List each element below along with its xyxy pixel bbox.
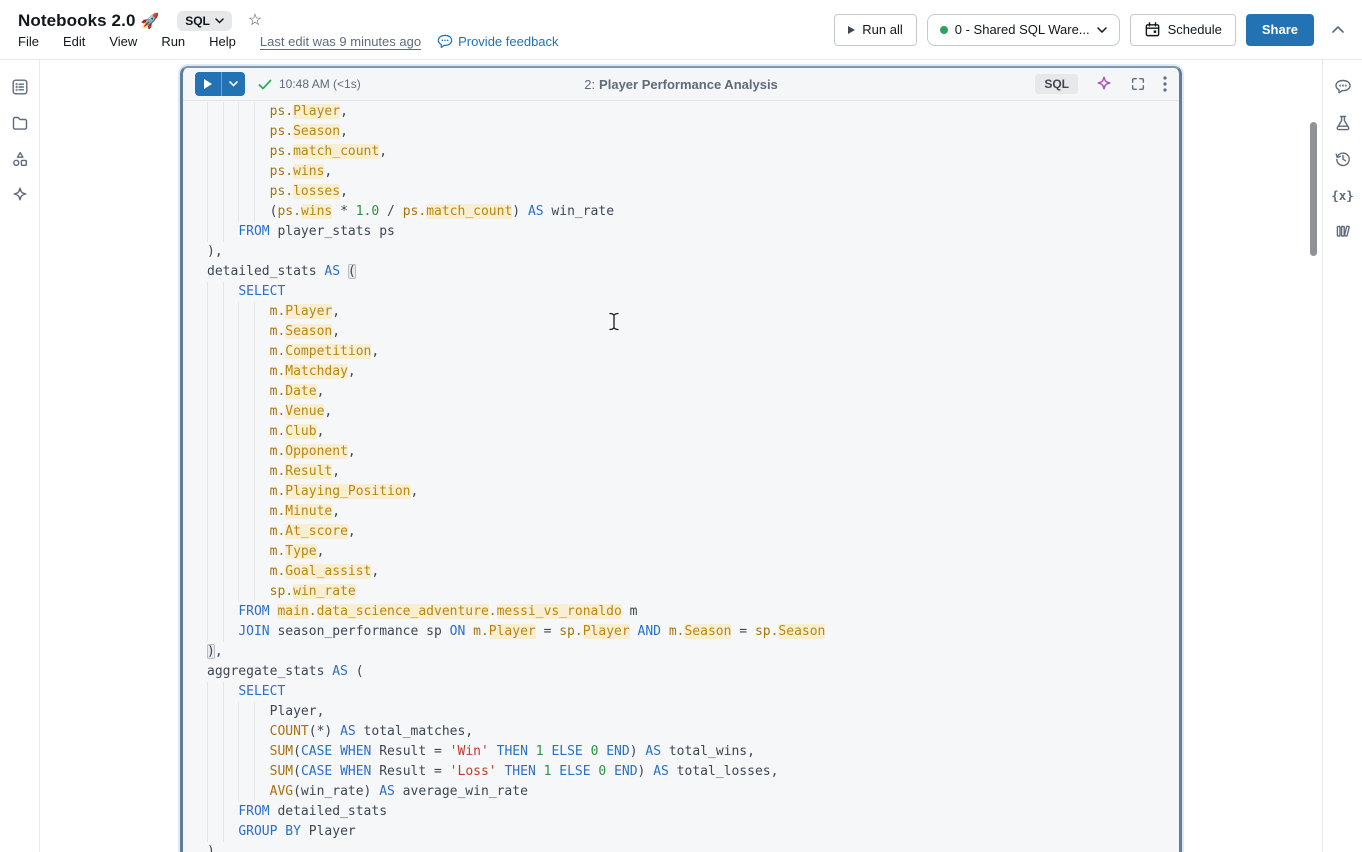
play-icon <box>848 26 855 34</box>
run-all-button[interactable]: Run all <box>834 14 916 46</box>
cell-title[interactable]: 2:Player Performance Analysis <box>584 77 778 92</box>
code-line: SUM(CASE WHEN Result = 'Win' THEN 1 ELSE… <box>207 742 1179 762</box>
code-line: m.Minute, <box>207 502 1179 522</box>
code-line: m.Matchday, <box>207 362 1179 382</box>
assistant-sparkle-button[interactable] <box>1095 75 1113 93</box>
code-line: sp.win_rate <box>207 582 1179 602</box>
left-sidebar <box>0 60 40 852</box>
code-line: FROM detailed_stats <box>207 802 1179 822</box>
menu-help[interactable]: Help <box>209 34 236 49</box>
menu-view[interactable]: View <box>109 34 137 49</box>
last-run-time: 10:48 AM (<1s) <box>279 77 361 91</box>
share-button[interactable]: Share <box>1246 14 1314 46</box>
code-line: ps.losses, <box>207 182 1179 202</box>
code-line: m.Type, <box>207 542 1179 562</box>
code-line: m.Season, <box>207 322 1179 342</box>
collapse-header-button[interactable] <box>1332 26 1344 33</box>
chevron-down-icon <box>215 18 224 24</box>
warehouse-status-dot <box>940 26 948 34</box>
cell-run-status: 10:48 AM (<1s) <box>258 77 361 91</box>
code-line: m.Date, <box>207 382 1179 402</box>
run-options-caret[interactable] <box>222 72 245 96</box>
notebook-language-selector[interactable]: SQL <box>177 11 232 31</box>
cell-language-badge[interactable]: SQL <box>1035 74 1078 94</box>
code-line: detailed_stats AS ( <box>207 262 1179 282</box>
success-check-icon <box>258 79 272 90</box>
code-line: SELECT <box>207 682 1179 702</box>
variables-icon[interactable]: {x} <box>1329 181 1357 209</box>
code-line: m.Venue, <box>207 402 1179 422</box>
code-line: SELECT <box>207 282 1179 302</box>
sql-cell: 10:48 AM (<1s) 2:Player Performance Anal… <box>180 66 1182 852</box>
code-line: ps.match_count, <box>207 142 1179 162</box>
code-line: m.Competition, <box>207 342 1179 362</box>
code-line: ), <box>207 242 1179 262</box>
menu-file[interactable]: File <box>18 34 39 49</box>
workflow-shapes-icon[interactable] <box>6 145 34 173</box>
code-line: ) <box>207 842 1179 852</box>
notebook-scrollbar-thumb[interactable] <box>1310 122 1317 256</box>
notebook-title: Notebooks 2.0 <box>18 11 136 31</box>
code-line: m.Playing_Position, <box>207 482 1179 502</box>
assistant-sparkle-icon[interactable] <box>6 181 34 209</box>
chevron-down-icon <box>1097 27 1107 33</box>
favorite-star-icon[interactable]: ☆ <box>248 13 262 29</box>
calendar-icon <box>1144 21 1161 38</box>
code-line: FROM player_stats ps <box>207 222 1179 242</box>
top-header: Notebooks 2.0 🚀 SQL ☆ File Edit View Run… <box>0 0 1362 60</box>
version-history-icon[interactable] <box>1329 145 1357 173</box>
code-line: m.At_score, <box>207 522 1179 542</box>
rocket-emoji: 🚀 <box>141 12 160 30</box>
code-line: ps.wins, <box>207 162 1179 182</box>
cell-kebab-menu[interactable] <box>1163 76 1167 92</box>
right-sidebar: {x} <box>1322 60 1362 852</box>
cell-header: 10:48 AM (<1s) 2:Player Performance Anal… <box>183 68 1179 101</box>
menu-run[interactable]: Run <box>161 34 185 49</box>
run-cell-button[interactable] <box>195 72 245 96</box>
last-edit-link[interactable]: Last edit was 9 minutes ago <box>260 34 421 49</box>
chevron-up-icon <box>1332 26 1344 33</box>
code-line: AVG(win_rate) AS average_win_rate <box>207 782 1179 802</box>
experiments-flask-icon[interactable] <box>1329 109 1357 137</box>
provide-feedback-link[interactable]: Provide feedback <box>437 34 558 49</box>
code-line: JOIN season_performance sp ON m.Player =… <box>207 622 1179 642</box>
expand-cell-button[interactable] <box>1130 76 1146 92</box>
menu-edit[interactable]: Edit <box>63 34 85 49</box>
code-line: ), <box>207 642 1179 662</box>
code-line: SUM(CASE WHEN Result = 'Loss' THEN 1 ELS… <box>207 762 1179 782</box>
code-line: m.Opponent, <box>207 442 1179 462</box>
notebook-canvas: 10:48 AM (<1s) 2:Player Performance Anal… <box>40 60 1322 852</box>
code-line: m.Goal_assist, <box>207 562 1179 582</box>
code-editor[interactable]: ps.Player, ps.Season, ps.match_count, ps… <box>183 101 1179 852</box>
code-line: Player, <box>207 702 1179 722</box>
feedback-bubble-icon <box>437 34 453 49</box>
code-line: ps.Player, <box>207 102 1179 122</box>
code-line: m.Club, <box>207 422 1179 442</box>
schedule-button[interactable]: Schedule <box>1130 14 1236 46</box>
code-line: (ps.wins * 1.0 / ps.match_count) AS win_… <box>207 202 1179 222</box>
data-profile-bars-icon[interactable] <box>1329 217 1357 245</box>
code-line: aggregate_stats AS ( <box>207 662 1179 682</box>
code-line: FROM main.data_science_adventure.messi_v… <box>207 602 1179 622</box>
warehouse-selector[interactable]: 0 - Shared SQL Ware... <box>927 14 1120 46</box>
code-line: GROUP BY Player <box>207 822 1179 842</box>
code-line: m.Player, <box>207 302 1179 322</box>
table-of-contents-icon[interactable] <box>6 73 34 101</box>
code-line: m.Result, <box>207 462 1179 482</box>
code-line: ps.Season, <box>207 122 1179 142</box>
run-play-icon[interactable] <box>195 72 222 96</box>
code-line: COUNT(*) AS total_matches, <box>207 722 1179 742</box>
comments-icon[interactable] <box>1329 73 1357 101</box>
folder-icon[interactable] <box>6 109 34 137</box>
